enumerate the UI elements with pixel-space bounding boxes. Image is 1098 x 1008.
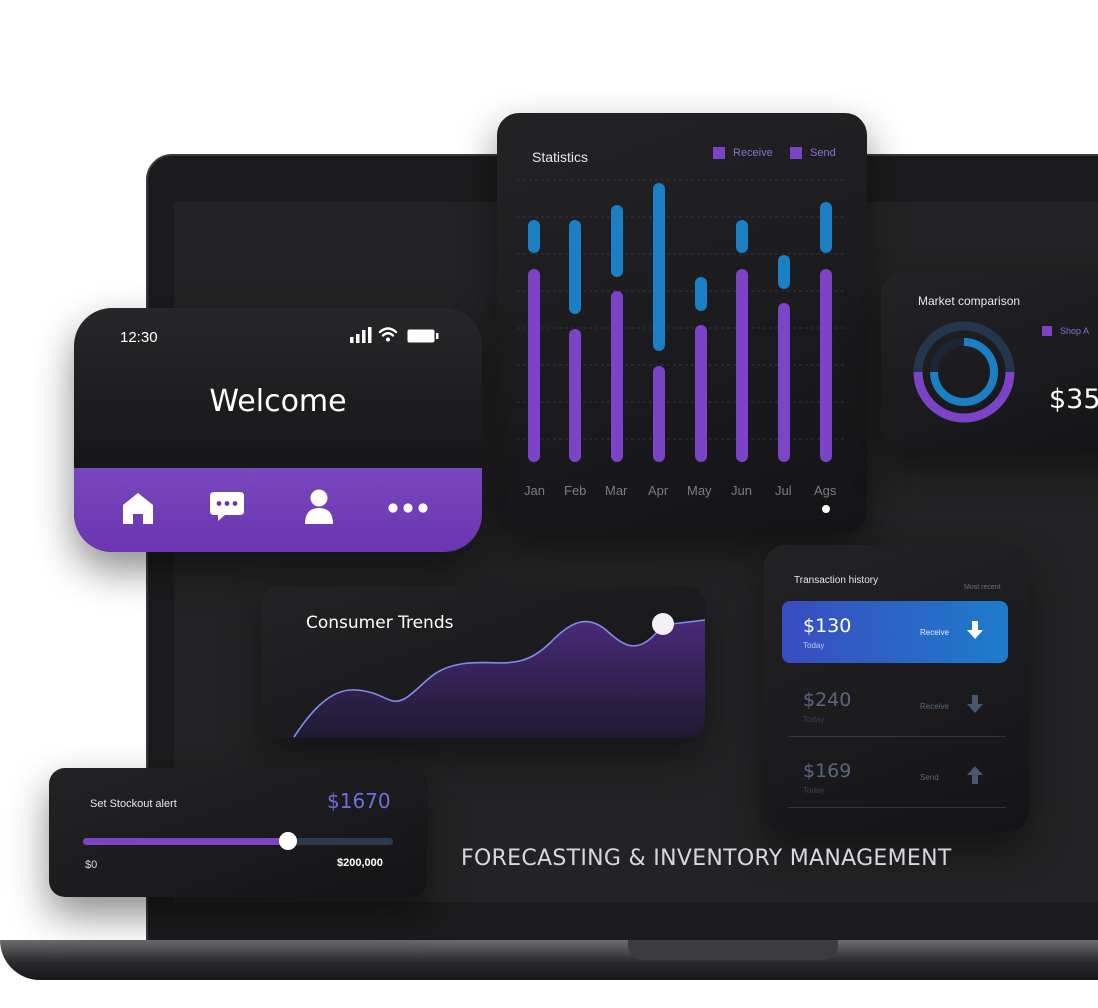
statistics-title: Statistics [532,149,589,165]
transaction-history-card: Transaction history Most recent $130 Tod… [764,545,1029,832]
month-label: Feb [564,483,587,498]
transaction-amount: $169 [803,760,852,782]
market-legend: Shop A [1042,326,1089,336]
month-label: May [687,483,712,498]
transaction-amount: $240 [803,689,852,711]
consumer-trends-title: Consumer Trends [306,613,454,633]
wifi-icon [378,327,398,342]
slider-min-label: $0 [85,859,98,871]
trend-chart [293,613,705,738]
legend-shop-a-label: Shop A [1060,326,1090,336]
most-recent-filter[interactable]: Most recent [964,584,1001,591]
arrow-down-icon [967,695,983,713]
month-label: Apr [648,483,669,498]
trend-point-marker [652,613,674,635]
transaction-type: Send [920,773,939,782]
stockout-amount: $1670 [327,789,391,813]
donut-chart [913,321,1015,423]
transaction-title: Transaction history [794,575,879,586]
transaction-amount: $130 [803,615,852,637]
stockout-title: Set Stockout alert [90,798,177,810]
nav-profile[interactable] [303,489,335,525]
statistics-chart [517,179,847,513]
user-icon [305,489,333,524]
month-label: Jul [775,483,792,498]
arrow-down-icon [967,621,983,639]
transaction-day: Today [803,641,825,650]
legend-send: Send [790,147,836,159]
more-icon [388,503,428,513]
consumer-trends-card: Consumer Trends [261,586,705,738]
legend-send-swatch [790,147,802,159]
stockout-alert-card: Set Stockout alert $1670 $0 $200,000 [49,768,427,897]
market-title: Market comparison [918,294,1021,308]
battery-icon [407,329,439,343]
phone-card: 12:30 Welcome [74,308,482,552]
welcome-heading: Welcome [209,384,347,419]
laptop-notch [628,940,838,960]
slider-max-label: $200,000 [337,857,383,869]
chat-icon [210,492,244,521]
market-amount: $35 [1049,384,1098,415]
headline: FORECASTING & INVENTORY MANAGEMENT [461,846,952,871]
nav-more[interactable] [387,501,429,513]
arrow-up-icon [967,766,983,784]
status-time: 12:30 [120,329,158,346]
laptop-base [0,940,1098,980]
legend-send-label: Send [810,147,836,159]
month-label: Ags [814,483,837,498]
page-indicator-dot [822,505,830,513]
nav-home[interactable] [120,488,156,540]
month-label: Mar [605,483,628,498]
nav-chat[interactable] [208,490,246,524]
legend-receive: Receive [713,147,773,159]
home-icon [123,493,153,540]
legend-receive-label: Receive [733,147,773,159]
transaction-day: Today [803,786,825,795]
month-label: Jan [524,483,545,498]
statistics-card: Statistics Receive Send Jan Feb Mar Apr … [497,113,867,533]
bottom-nav [74,468,482,552]
stockout-slider[interactable] [83,832,393,850]
transaction-day: Today [803,715,825,724]
legend-receive-swatch [713,147,725,159]
transaction-row[interactable]: $130 Today Receive [782,601,1008,663]
transaction-type: Receive [920,628,949,637]
signal-icon [350,327,372,343]
market-comparison-card: Market comparison Shop A $35 [881,272,1098,450]
legend-shop-a-swatch [1042,326,1052,336]
month-label: Jun [731,483,752,498]
transaction-type: Receive [920,702,949,711]
divider [788,807,1006,808]
divider [788,736,1006,737]
month-axis: Jan Feb Mar Apr May Jun Jul Ags [497,483,867,501]
transaction-row[interactable]: $169 Today Send [782,746,1008,808]
slider-fill [83,838,288,845]
slider-thumb[interactable] [278,832,297,850]
transaction-row[interactable]: $240 Today Receive [782,675,1008,737]
